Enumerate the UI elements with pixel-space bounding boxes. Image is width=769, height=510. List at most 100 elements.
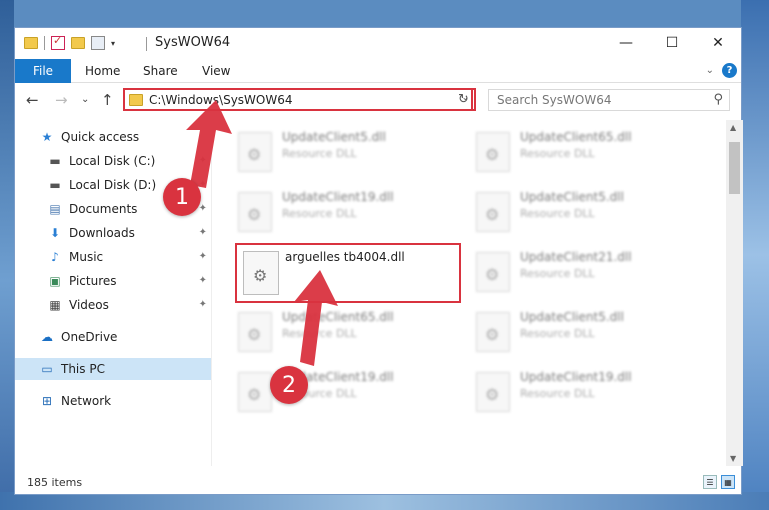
pin-icon[interactable]: ✦ — [199, 179, 207, 190]
file-type: Resource DLL — [282, 207, 357, 220]
vertical-scrollbar[interactable]: ▲ ▼ — [726, 120, 743, 466]
sidebar-item-this-pc[interactable]: ▭ This PC — [15, 358, 211, 380]
sidebar-item-quick-access[interactable]: ★ Quick access — [15, 126, 211, 148]
pin-icon[interactable]: ✦ — [199, 203, 207, 214]
address-bar[interactable]: C:\Windows\SysWOW64 ⌄ — [123, 88, 473, 111]
pin-icon[interactable]: ✦ — [199, 227, 207, 238]
navigation-pane: ★ Quick access ▬ Local Disk (C:) ✦ ▬ Loc… — [15, 120, 211, 466]
pin-icon[interactable]: ✦ — [199, 155, 207, 166]
status-bar: 185 items ☰ ▦ — [15, 471, 741, 495]
forward-arrow-icon[interactable]: → — [55, 91, 68, 109]
title-separator — [146, 37, 147, 51]
highlighted-file-item[interactable]: arguelles tb4004.dll — [235, 243, 461, 303]
dll-file-icon — [243, 251, 279, 295]
sidebar-item-network[interactable]: ⊞ Network — [15, 390, 211, 412]
search-placeholder: Search SysWOW64 — [497, 93, 612, 107]
tab-home[interactable]: Home — [85, 64, 120, 78]
file-name: UpdateClient5.dll — [520, 310, 624, 324]
sidebar-item-label: Quick access — [61, 130, 140, 144]
sidebar-item-downloads[interactable]: ⬇ Downloads ✦ — [15, 222, 211, 244]
file-item[interactable]: UpdateClient5.dll Resource DLL — [232, 124, 452, 180]
file-name: arguelles tb4004.dll — [285, 250, 405, 264]
desktop-background-right — [741, 0, 769, 510]
pin-icon[interactable]: ✦ — [199, 251, 207, 262]
close-button[interactable]: ✕ — [695, 28, 741, 57]
sidebar-item-label: Downloads — [69, 226, 135, 240]
customize-toolbar-icon[interactable] — [91, 36, 105, 50]
view-switcher: ☰ ▦ — [703, 475, 735, 489]
star-icon: ★ — [41, 130, 53, 144]
file-type: Resource DLL — [520, 387, 595, 400]
details-view-icon[interactable]: ☰ — [703, 475, 717, 489]
window-controls: — ☐ ✕ — [603, 28, 741, 57]
music-icon: ♪ — [51, 250, 59, 264]
recent-locations-icon[interactable]: ⌄ — [81, 94, 89, 105]
file-item[interactable]: UpdateClient65.dll Resource DLL — [232, 304, 452, 360]
search-icon[interactable]: ⚲ — [713, 92, 723, 107]
sidebar-item-onedrive[interactable]: ☁ OneDrive — [15, 326, 211, 348]
file-item[interactable]: UpdateClient19.dll Resource DLL — [470, 364, 690, 420]
dll-file-icon — [476, 372, 510, 412]
search-input[interactable]: Search SysWOW64 ⚲ — [488, 89, 730, 111]
folder-icon — [129, 93, 143, 106]
file-type: Resource DLL — [282, 327, 357, 340]
back-arrow-icon[interactable]: ← — [26, 91, 39, 109]
desktop-background-left — [0, 0, 14, 510]
properties-check-icon[interactable] — [51, 34, 65, 50]
file-item[interactable]: UpdateClient19.dll Resource DLL — [232, 364, 452, 420]
scroll-down-icon[interactable]: ▼ — [730, 454, 736, 463]
file-item[interactable]: UpdateClient65.dll Resource DLL — [470, 124, 690, 180]
address-path[interactable]: C:\Windows\SysWOW64 — [149, 93, 293, 107]
sidebar-item-music[interactable]: ♪ Music ✦ — [15, 246, 211, 268]
dll-file-icon — [476, 312, 510, 352]
expand-ribbon-icon[interactable]: ⌄ — [706, 65, 714, 76]
document-icon: ▤ — [49, 202, 61, 216]
tab-share[interactable]: Share — [143, 64, 178, 78]
minimize-button[interactable]: — — [603, 28, 649, 57]
dll-file-icon — [476, 192, 510, 232]
help-icon[interactable]: ? — [722, 63, 737, 78]
network-icon: ⊞ — [41, 394, 53, 408]
file-type: Resource DLL — [282, 147, 357, 160]
sidebar-item-label: OneDrive — [61, 330, 118, 344]
tab-file[interactable]: File — [15, 59, 71, 83]
file-item[interactable]: UpdateClient5.dll Resource DLL — [470, 304, 690, 360]
file-item[interactable]: UpdateClient19.dll Resource DLL — [232, 184, 452, 240]
file-type: Resource DLL — [520, 207, 595, 220]
dll-file-icon — [476, 252, 510, 292]
dll-file-icon — [238, 372, 272, 412]
scroll-up-icon[interactable]: ▲ — [730, 123, 736, 132]
file-name: UpdateClient19.dll — [520, 370, 632, 384]
file-list: UpdateClient5.dll Resource DLL UpdateCli… — [212, 120, 725, 466]
title-bar: ▾ SysWOW64 — ☐ ✕ — [15, 28, 741, 59]
file-item[interactable]: UpdateClient5.dll Resource DLL — [470, 184, 690, 240]
sidebar-item-label: Music — [69, 250, 104, 264]
dll-file-icon — [238, 312, 272, 352]
scrollbar-thumb[interactable] — [729, 142, 740, 194]
item-count: 185 items — [27, 476, 83, 489]
large-icons-view-icon[interactable]: ▦ — [721, 475, 735, 489]
maximize-button[interactable]: ☐ — [649, 28, 695, 57]
sidebar-item-local-disk-c[interactable]: ▬ Local Disk (C:) ✦ — [15, 150, 211, 172]
file-name: UpdateClient5.dll — [282, 130, 386, 144]
pin-icon[interactable]: ✦ — [199, 299, 207, 310]
up-arrow-icon[interactable]: ↑ — [101, 91, 114, 109]
file-name: UpdateClient5.dll — [520, 190, 624, 204]
sidebar-item-pictures[interactable]: ▣ Pictures ✦ — [15, 270, 211, 292]
file-name: UpdateClient19.dll — [282, 190, 394, 204]
download-icon: ⬇ — [49, 226, 61, 240]
step-badge-1: 1 — [163, 178, 201, 216]
tab-view[interactable]: View — [202, 64, 230, 78]
file-name: UpdateClient65.dll — [282, 310, 394, 324]
ribbon-tabs: File Home Share View ⌄ ? — [15, 59, 741, 83]
chevron-down-icon[interactable]: ▾ — [111, 39, 115, 48]
picture-icon: ▣ — [49, 274, 61, 288]
step-badge-2: 2 — [270, 366, 308, 404]
refresh-button[interactable]: ↻ — [453, 88, 476, 111]
pin-icon[interactable]: ✦ — [199, 275, 207, 286]
file-item[interactable]: UpdateClient21.dll Resource DLL — [470, 244, 690, 300]
new-folder-icon[interactable] — [71, 37, 85, 49]
sidebar-item-videos[interactable]: ▦ Videos ✦ — [15, 294, 211, 316]
sidebar-item-label: Videos — [69, 298, 109, 312]
file-name: UpdateClient21.dll — [520, 250, 632, 264]
